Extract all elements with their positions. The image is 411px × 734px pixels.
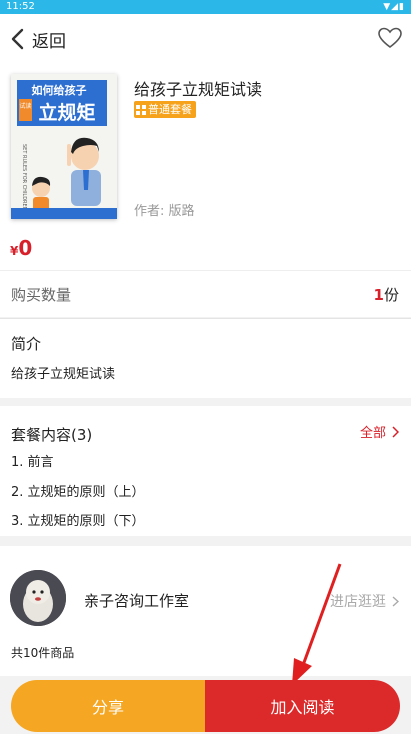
package-section: 套餐内容(3) 全部 1. 前言 2. 立规矩的原则（上） 3. 立规矩的原则（… bbox=[0, 406, 411, 536]
badge-label: 普通套餐 bbox=[148, 103, 192, 116]
package-badge: 普通套餐 bbox=[134, 101, 196, 118]
chevron-right-icon bbox=[392, 595, 399, 607]
cover-illustration: 如何给孩子 立规矩 试读 SET RULES FOR CHILDREN bbox=[11, 74, 117, 219]
grid-icon bbox=[136, 104, 146, 115]
back-button[interactable]: 返回 bbox=[10, 26, 66, 52]
status-icons: ▼◢▮ bbox=[383, 2, 405, 12]
back-label: 返回 bbox=[32, 31, 66, 52]
shop-section: 亲子咨询工作室 进店逛逛 共10件商品 bbox=[0, 546, 411, 676]
quantity-number: 1 bbox=[373, 286, 384, 304]
cover-title-line1: 如何给孩子 bbox=[32, 83, 87, 97]
product-price: ¥0 bbox=[10, 236, 32, 260]
package-title: 套餐内容(3) bbox=[11, 426, 93, 444]
status-time: 11:52 bbox=[6, 1, 35, 12]
package-item[interactable]: 1. 前言 bbox=[11, 451, 54, 470]
bottom-action-bar: 分享 加入阅读 bbox=[11, 680, 400, 732]
visit-shop-button[interactable]: 进店逛逛 bbox=[330, 591, 399, 611]
add-to-reading-button[interactable]: 加入阅读 bbox=[205, 680, 400, 732]
package-item[interactable]: 3. 立规矩的原则（下） bbox=[11, 510, 145, 529]
quantity-unit: 份 bbox=[383, 286, 399, 304]
package-item[interactable]: 2. 立规矩的原则（上） bbox=[11, 481, 145, 500]
share-button[interactable]: 分享 bbox=[11, 680, 205, 732]
intro-section: 简介 给孩子立规矩试读 bbox=[0, 318, 411, 398]
header: 返回 bbox=[0, 14, 411, 64]
shop-name: 亲子咨询工作室 bbox=[84, 592, 190, 610]
shop-product-count: 共10件商品 bbox=[11, 646, 75, 660]
view-all-button[interactable]: 全部 bbox=[360, 422, 399, 441]
chevron-right-icon bbox=[392, 425, 399, 438]
status-bar: 11:52 ▼◢▮ bbox=[0, 0, 411, 14]
price-amount: 0 bbox=[18, 236, 33, 260]
product-author: 作者: 版路 bbox=[134, 204, 195, 219]
product-title: 给孩子立规矩试读 bbox=[134, 80, 263, 99]
chevron-left-icon bbox=[11, 28, 24, 50]
quantity-value: 1份 bbox=[374, 284, 399, 305]
intro-title: 简介 bbox=[11, 335, 42, 353]
cover-title-line2: 立规矩 bbox=[38, 101, 95, 124]
intro-text: 给孩子立规矩试读 bbox=[11, 367, 116, 382]
cover-subtitle: SET RULES FOR CHILDREN bbox=[21, 144, 27, 211]
product-section: 如何给孩子 立规矩 试读 SET RULES FOR CHILDREN 给孩子立… bbox=[0, 64, 411, 270]
shop-avatar[interactable] bbox=[10, 570, 66, 626]
cover-tag: 试读 bbox=[19, 102, 31, 110]
view-all-label: 全部 bbox=[359, 426, 386, 441]
visit-shop-label: 进店逛逛 bbox=[330, 594, 386, 610]
avatar-image bbox=[10, 570, 66, 626]
book-cover[interactable]: 如何给孩子 立规矩 试读 SET RULES FOR CHILDREN bbox=[11, 74, 117, 219]
heart-icon[interactable] bbox=[377, 26, 403, 50]
quantity-row: 购买数量 1份 bbox=[0, 270, 411, 317]
quantity-label: 购买数量 bbox=[11, 286, 72, 304]
